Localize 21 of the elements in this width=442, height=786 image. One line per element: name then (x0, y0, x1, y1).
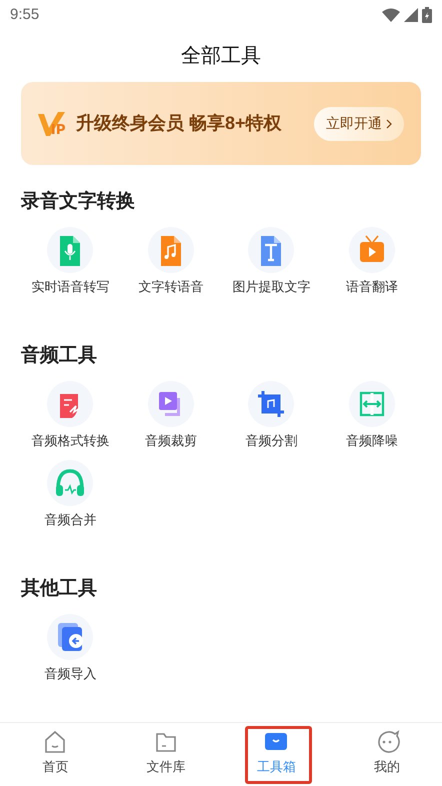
nav-tab[interactable]: 文件库 (110, 723, 221, 782)
page-title: 全部工具 (181, 44, 261, 69)
tool-label[interactable]: 音频分割 (245, 430, 298, 450)
tool-label[interactable]: 音频导入 (44, 664, 96, 683)
tool-label[interactable]: 音频降噪 (346, 430, 398, 450)
tool-label[interactable]: 语音翻译 (346, 277, 398, 296)
nav-tab[interactable]: 我的 (332, 723, 442, 782)
vip-banner[interactable]: 升级终身会员 畅享8+特权 立即开通 (21, 82, 421, 165)
status-time: 9:55 (10, 4, 40, 25)
tool-label[interactable]: 文字转语音 (138, 277, 204, 296)
activate-button[interactable]: 立即开通 (314, 106, 404, 140)
section-heading: 音频工具 (21, 344, 98, 368)
tool-label[interactable]: 图片提取文字 (232, 277, 310, 296)
section-heading: 录音文字转换 (21, 190, 136, 214)
section-heading: 其他工具 (21, 576, 98, 600)
nav-tab[interactable]: 首页 (0, 723, 110, 782)
tool-label[interactable]: 音频格式转换 (31, 430, 110, 450)
tool-label[interactable]: 音频合并 (44, 510, 96, 530)
tool-label[interactable]: 音频裁剪 (144, 430, 197, 450)
tool-label[interactable]: 实时语音转写 (31, 277, 110, 296)
vip-promo-text: 升级终身会员 畅享8+特权 (76, 112, 283, 135)
